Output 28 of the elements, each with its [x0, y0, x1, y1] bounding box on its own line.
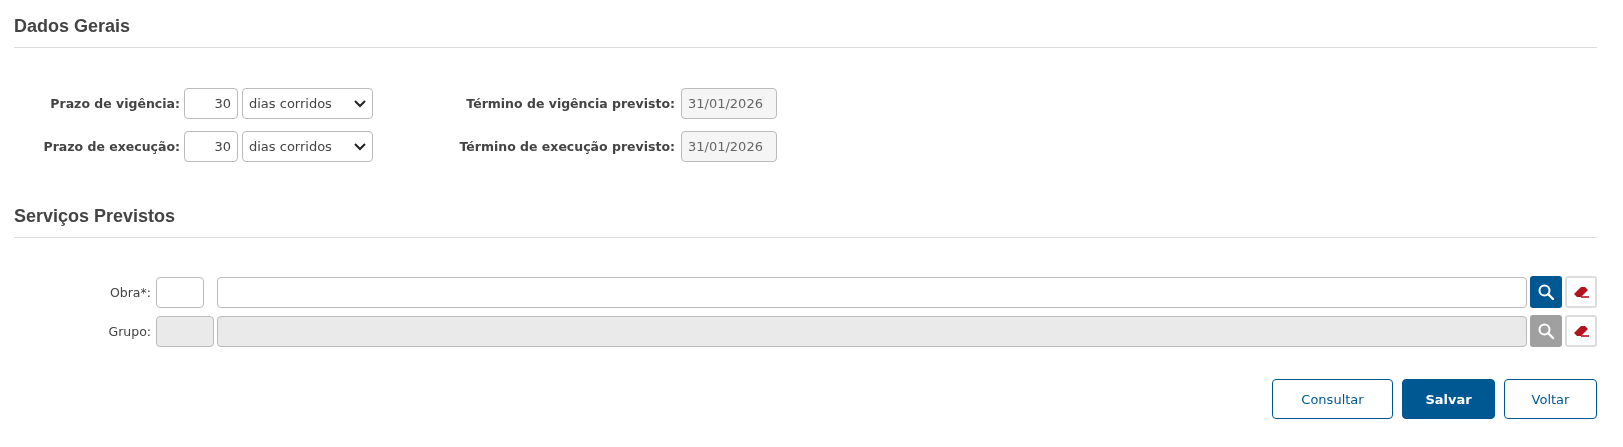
search-icon	[1537, 322, 1555, 340]
field-label: Prazo de execução:	[42, 139, 180, 154]
search-button[interactable]	[1530, 276, 1562, 308]
field-label: Término de vigência previsto:	[465, 96, 676, 111]
action-button[interactable]: Voltar	[1504, 379, 1597, 419]
date-field[interactable]: 31/01/2026	[681, 88, 777, 119]
unit-dropdown[interactable]: dias corridos	[242, 88, 373, 119]
number-field[interactable]: 30	[184, 131, 238, 162]
field-label: Término de execução previsto:	[458, 139, 676, 154]
section-heading: Dados Gerais	[14, 12, 1597, 48]
eraser-icon	[1572, 285, 1590, 299]
field-label: Obra*:	[108, 284, 152, 300]
eraser-icon	[1572, 324, 1590, 338]
code-field[interactable]	[156, 276, 204, 308]
clear-button[interactable]	[1565, 276, 1597, 308]
field-label: Grupo:	[107, 323, 152, 339]
search-icon	[1537, 283, 1555, 301]
chevron-down-icon	[354, 142, 366, 151]
save-button[interactable]: Salvar	[1402, 379, 1495, 419]
description-field[interactable]	[217, 276, 1527, 308]
field-label: Prazo de vigência:	[49, 96, 180, 111]
number-field[interactable]: 30	[184, 88, 238, 119]
section-heading: Serviços Previstos	[14, 202, 1597, 238]
unit-dropdown[interactable]: dias corridos	[242, 131, 373, 162]
clear-button[interactable]	[1565, 315, 1597, 347]
chevron-down-icon	[354, 99, 366, 108]
action-button[interactable]: Consultar	[1272, 379, 1393, 419]
date-field[interactable]: 31/01/2026	[681, 131, 777, 162]
